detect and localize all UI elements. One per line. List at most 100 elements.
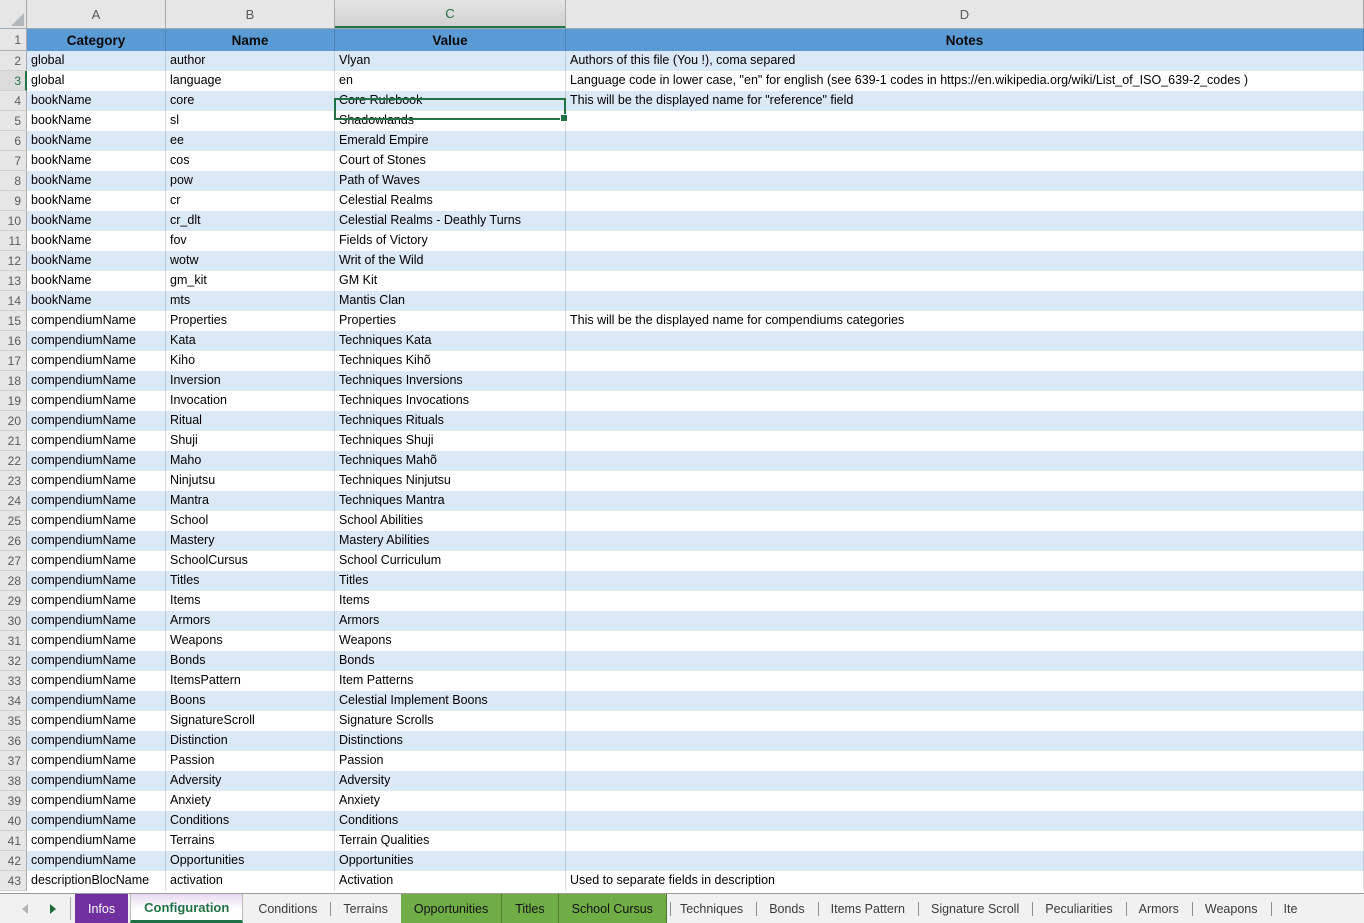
select-all-button[interactable]	[0, 0, 27, 28]
cell-category[interactable]: bookName	[27, 271, 166, 291]
cell-category[interactable]: bookName	[27, 211, 166, 231]
sheet-tab-titles[interactable]: Titles	[502, 894, 558, 923]
cell-notes[interactable]	[566, 191, 1364, 211]
cell-value[interactable]: Titles	[335, 571, 566, 591]
cell-value[interactable]: Signature Scrolls	[335, 711, 566, 731]
tabs-scroll-right-icon[interactable]	[50, 904, 56, 914]
table-header-value[interactable]: Value	[335, 29, 566, 51]
column-header-B[interactable]: B	[166, 0, 335, 28]
row-header[interactable]: 16	[0, 331, 27, 351]
column-header-C[interactable]: C	[335, 0, 566, 28]
cell-name[interactable]: Anxiety	[166, 791, 335, 811]
row-header[interactable]: 21	[0, 431, 27, 451]
cell-notes[interactable]	[566, 531, 1364, 551]
cell-category[interactable]: bookName	[27, 91, 166, 111]
sheet-tab-infos[interactable]: Infos	[75, 894, 128, 923]
cell-name[interactable]: mts	[166, 291, 335, 311]
cell-category[interactable]: descriptionBlocName	[27, 871, 166, 891]
cell-name[interactable]: cr_dlt	[166, 211, 335, 231]
row-header[interactable]: 20	[0, 411, 27, 431]
cell-notes[interactable]	[566, 471, 1364, 491]
cell-notes[interactable]	[566, 171, 1364, 191]
cell-value[interactable]: Properties	[335, 311, 566, 331]
table-header-name[interactable]: Name	[166, 29, 335, 51]
cell-name[interactable]: Passion	[166, 751, 335, 771]
cell-name[interactable]: pow	[166, 171, 335, 191]
cell-category[interactable]: compendiumName	[27, 451, 166, 471]
row-header[interactable]: 3	[0, 71, 27, 91]
row-header[interactable]: 2	[0, 51, 27, 71]
cell-category[interactable]: bookName	[27, 231, 166, 251]
cell-name[interactable]: language	[166, 71, 335, 91]
table-header-category[interactable]: Category	[27, 29, 166, 51]
cell-category[interactable]: compendiumName	[27, 851, 166, 871]
sheet-tab-configuration[interactable]: Configuration	[130, 894, 243, 923]
row-header[interactable]: 40	[0, 811, 27, 831]
cell-name[interactable]: fov	[166, 231, 335, 251]
cell-value[interactable]: Adversity	[335, 771, 566, 791]
cell-value[interactable]: Celestial Implement Boons	[335, 691, 566, 711]
row-header[interactable]: 25	[0, 511, 27, 531]
cell-category[interactable]: compendiumName	[27, 651, 166, 671]
row-header[interactable]: 34	[0, 691, 27, 711]
row-header[interactable]: 12	[0, 251, 27, 271]
row-header[interactable]: 17	[0, 351, 27, 371]
cell-name[interactable]: SignatureScroll	[166, 711, 335, 731]
row-header[interactable]: 39	[0, 791, 27, 811]
cell-name[interactable]: Terrains	[166, 831, 335, 851]
row-header[interactable]: 29	[0, 591, 27, 611]
cell-name[interactable]: Armors	[166, 611, 335, 631]
cell-category[interactable]: compendiumName	[27, 771, 166, 791]
cell-category[interactable]: compendiumName	[27, 331, 166, 351]
cell-value[interactable]: Techniques Mahõ	[335, 451, 566, 471]
cell-name[interactable]: ee	[166, 131, 335, 151]
row-header[interactable]: 5	[0, 111, 27, 131]
cell-category[interactable]: compendiumName	[27, 391, 166, 411]
cell-notes[interactable]	[566, 611, 1364, 631]
cell-name[interactable]: wotw	[166, 251, 335, 271]
cell-value[interactable]: en	[335, 71, 566, 91]
row-header[interactable]: 27	[0, 551, 27, 571]
cell-notes[interactable]	[566, 771, 1364, 791]
cell-category[interactable]: bookName	[27, 131, 166, 151]
cell-value[interactable]: Items	[335, 591, 566, 611]
cell-value[interactable]: Techniques Kata	[335, 331, 566, 351]
cell-name[interactable]: Kiho	[166, 351, 335, 371]
cell-category[interactable]: compendiumName	[27, 351, 166, 371]
cell-name[interactable]: Adversity	[166, 771, 335, 791]
cell-value[interactable]: Techniques Mantra	[335, 491, 566, 511]
cell-notes[interactable]: This will be the displayed name for comp…	[566, 311, 1364, 331]
cell-name[interactable]: Titles	[166, 571, 335, 591]
cell-category[interactable]: compendiumName	[27, 571, 166, 591]
cell-notes[interactable]	[566, 631, 1364, 651]
cell-name[interactable]: Shuji	[166, 431, 335, 451]
cell-name[interactable]: Boons	[166, 691, 335, 711]
cell-value[interactable]: Techniques Ninjutsu	[335, 471, 566, 491]
row-header[interactable]: 1	[0, 29, 27, 51]
column-header-A[interactable]: A	[27, 0, 166, 28]
cell-notes[interactable]	[566, 651, 1364, 671]
cell-value[interactable]: Court of Stones	[335, 151, 566, 171]
cell-notes[interactable]	[566, 131, 1364, 151]
row-header[interactable]: 24	[0, 491, 27, 511]
cell-name[interactable]: Mantra	[166, 491, 335, 511]
cell-notes[interactable]	[566, 251, 1364, 271]
cell-category[interactable]: compendiumName	[27, 631, 166, 651]
cell-name[interactable]: Items	[166, 591, 335, 611]
cell-value[interactable]: Mantis Clan	[335, 291, 566, 311]
cell-name[interactable]: core	[166, 91, 335, 111]
row-header[interactable]: 26	[0, 531, 27, 551]
cell-value[interactable]: Terrain Qualities	[335, 831, 566, 851]
cell-category[interactable]: compendiumName	[27, 731, 166, 751]
row-header[interactable]: 30	[0, 611, 27, 631]
sheet-tab-ite[interactable]: Ite	[1271, 894, 1311, 923]
cell-name[interactable]: Opportunities	[166, 851, 335, 871]
cell-category[interactable]: compendiumName	[27, 831, 166, 851]
cell-name[interactable]: Kata	[166, 331, 335, 351]
cell-name[interactable]: Invocation	[166, 391, 335, 411]
sheet-tab-weapons[interactable]: Weapons	[1192, 894, 1271, 923]
row-header[interactable]: 10	[0, 211, 27, 231]
cell-notes[interactable]	[566, 811, 1364, 831]
cell-category[interactable]: global	[27, 71, 166, 91]
row-header[interactable]: 23	[0, 471, 27, 491]
